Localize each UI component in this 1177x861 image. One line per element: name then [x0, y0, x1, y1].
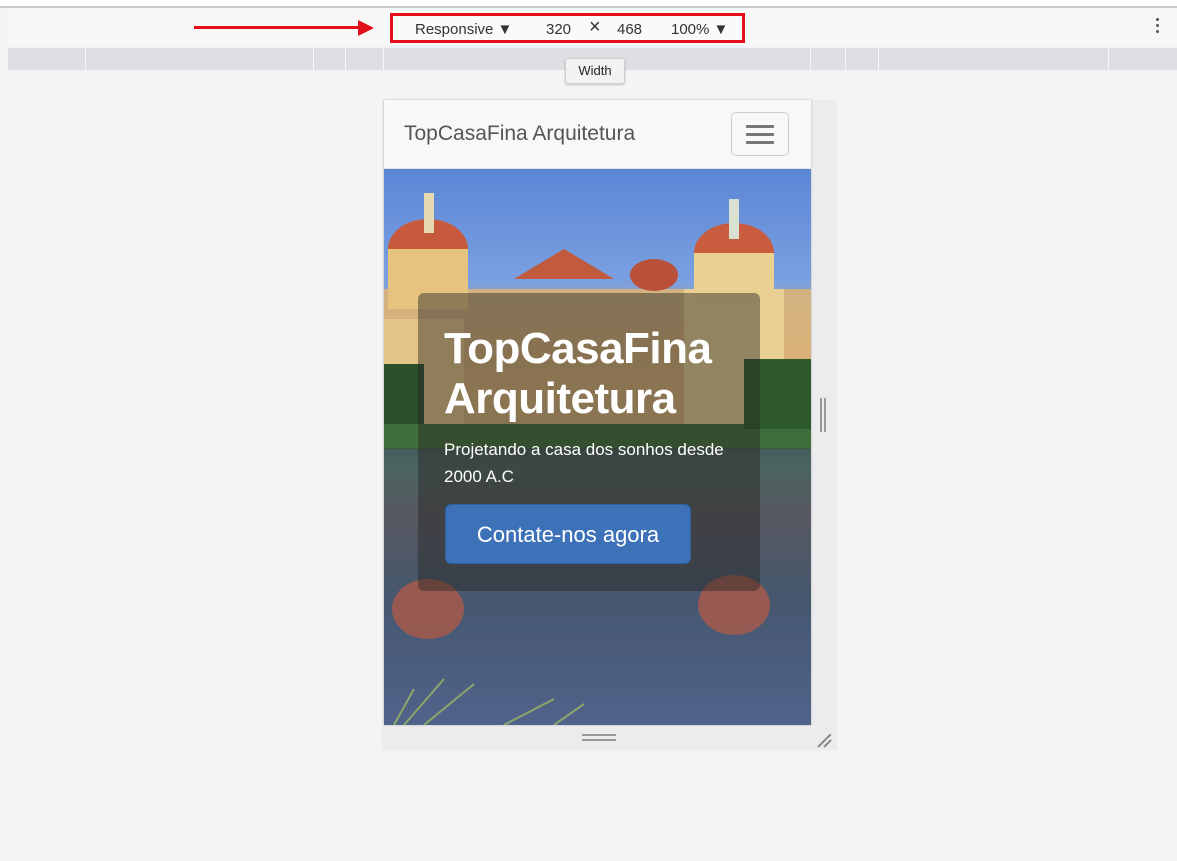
- hero-title: TopCasaFina Arquitetura: [444, 324, 712, 423]
- annotation-arrow: [194, 26, 362, 29]
- hero-subtitle: Projetando a casa dos sonhos desde 2000 …: [444, 440, 724, 486]
- viewport-corner-resize-icon[interactable]: [816, 730, 834, 748]
- browser-top-edge: [0, 0, 1177, 8]
- dimension-separator: ×: [589, 16, 601, 38]
- annotation-arrow-head: [358, 20, 374, 36]
- kebab-menu-icon[interactable]: [1156, 18, 1160, 38]
- site-navbar: TopCasaFina Arquitetura: [384, 100, 811, 169]
- device-dimensions-highlight: Responsive ▼ 320 × 468 100% ▼: [390, 13, 745, 43]
- width-tooltip: Width: [565, 58, 625, 84]
- zoom-dropdown[interactable]: 100% ▼: [671, 21, 728, 38]
- hamburger-icon[interactable]: [731, 112, 789, 156]
- viewport-height-resize-handle[interactable]: [582, 734, 616, 742]
- responsive-viewport: TopCasaFina Arquitetura TopCasaFina Arqu…: [384, 100, 811, 725]
- width-input[interactable]: 320: [546, 21, 571, 38]
- navbar-brand[interactable]: TopCasaFina Arquitetura: [404, 122, 635, 146]
- device-mode-dropdown[interactable]: Responsive ▼: [415, 21, 512, 38]
- height-input[interactable]: 468: [617, 21, 642, 38]
- viewport-width-resize-handle[interactable]: [820, 398, 826, 432]
- contact-now-button[interactable]: Contate-nos agora: [445, 504, 691, 564]
